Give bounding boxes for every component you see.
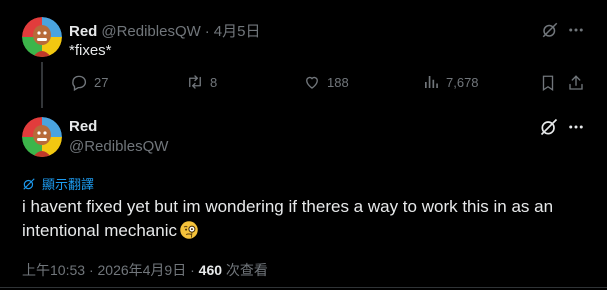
retweet-icon bbox=[189, 75, 201, 89]
separator: · bbox=[190, 262, 195, 278]
translate-link[interactable]: 顯示翻譯 bbox=[22, 174, 94, 193]
more-icon[interactable] bbox=[566, 20, 586, 40]
reply-count: 27 bbox=[94, 74, 109, 90]
translate-label: 顯示翻譯 bbox=[42, 177, 95, 192]
views-icon bbox=[425, 76, 438, 88]
translate-icon bbox=[23, 177, 35, 190]
like-icon bbox=[306, 76, 318, 89]
handle[interactable]: @RediblesQW bbox=[69, 138, 168, 155]
reply-button[interactable]: 27 bbox=[70, 73, 108, 91]
avatar-image bbox=[22, 117, 62, 157]
avatar[interactable] bbox=[22, 117, 62, 157]
thread-line bbox=[41, 62, 43, 108]
grok-icon[interactable] bbox=[539, 117, 559, 137]
views-count: 7,678 bbox=[446, 74, 479, 90]
retweet-button[interactable]: 8 bbox=[186, 73, 217, 91]
views-button[interactable]: 7,678 bbox=[422, 73, 479, 91]
separator: · bbox=[204, 23, 210, 40]
separator: · bbox=[88, 262, 94, 278]
retweet-count: 8 bbox=[210, 74, 218, 90]
like-button[interactable]: 188 bbox=[303, 73, 349, 91]
reply-header: Red @RediblesQW · 4月5日 bbox=[69, 20, 260, 41]
main-handle-row: @RediblesQW bbox=[69, 138, 168, 155]
more-icon[interactable] bbox=[566, 117, 586, 137]
display-name[interactable]: Red bbox=[69, 23, 97, 40]
tweet-date[interactable]: 4月5日 bbox=[214, 20, 261, 41]
share-icon[interactable] bbox=[566, 73, 586, 93]
grok-icon[interactable] bbox=[540, 20, 560, 40]
main-display-name-row: Red bbox=[69, 118, 97, 135]
tweet-body: i havent fixed yet but im wondering if t… bbox=[22, 195, 592, 247]
handle[interactable]: @RediblesQW bbox=[101, 23, 200, 40]
tweet-time[interactable]: 上午10:53 bbox=[22, 262, 85, 278]
avatar-image bbox=[22, 17, 62, 57]
reply-text: *fixes* bbox=[69, 42, 112, 59]
tweet-date[interactable]: 2026年4月9日 bbox=[98, 262, 187, 278]
like-count: 188 bbox=[327, 74, 349, 90]
tweet-text: i havent fixed yet but im wondering if t… bbox=[22, 197, 554, 240]
divider bbox=[0, 287, 607, 288]
avatar[interactable] bbox=[22, 17, 62, 57]
views-label: 次查看 bbox=[225, 262, 268, 278]
reply-icon bbox=[72, 75, 87, 91]
views-count: 460 bbox=[198, 262, 223, 278]
tweet-meta: 上午10:53 · 2026年4月9日 · 460 次查看 bbox=[22, 260, 268, 280]
bookmark-icon[interactable] bbox=[538, 73, 558, 93]
display-name[interactable]: Red bbox=[69, 118, 97, 135]
monocle-emoji bbox=[179, 220, 199, 247]
